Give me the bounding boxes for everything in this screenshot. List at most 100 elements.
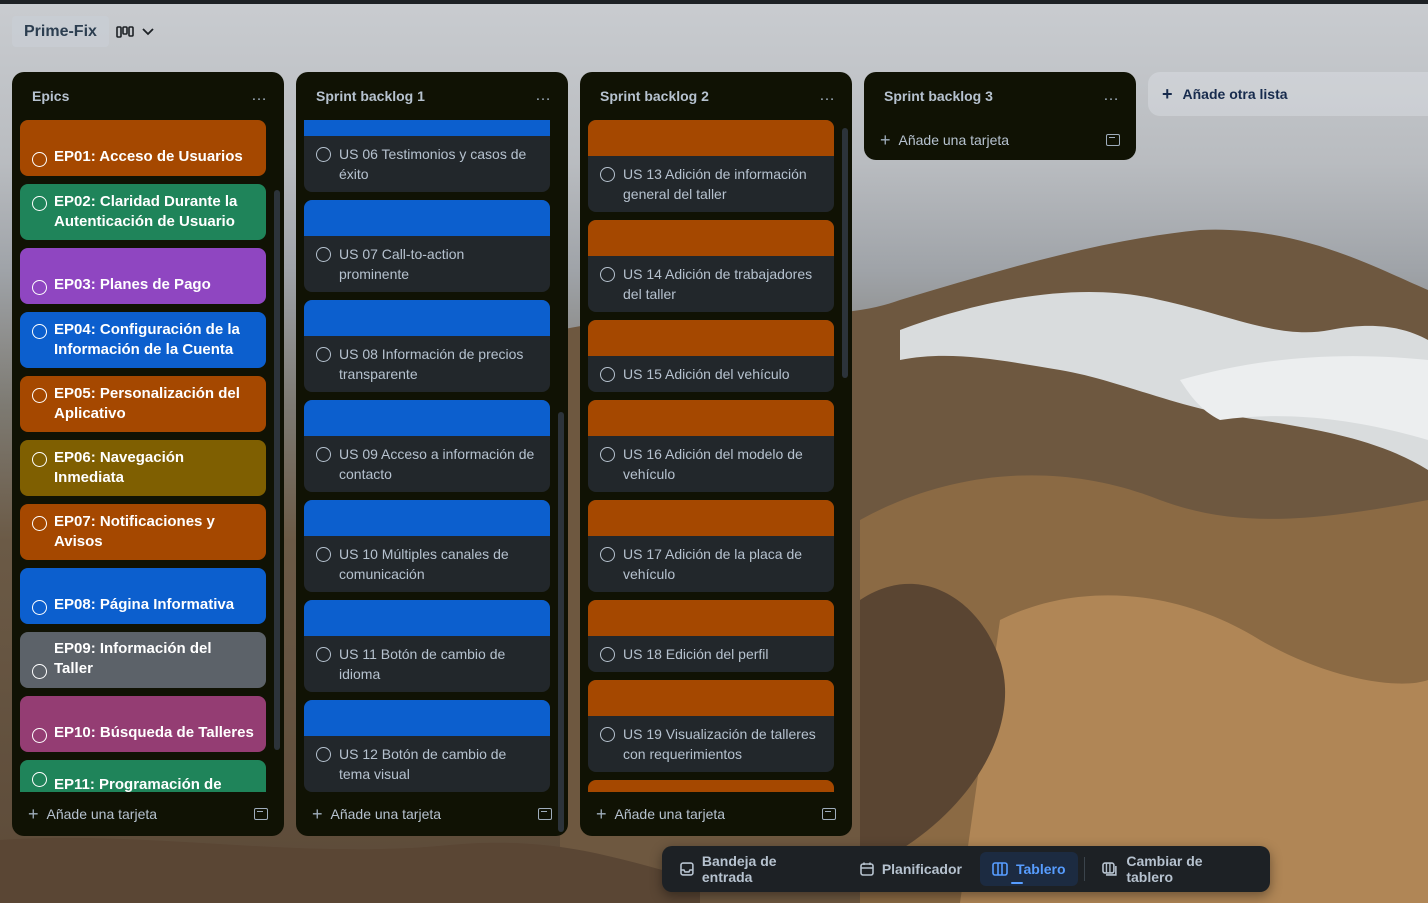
complete-circle-icon[interactable]: [32, 772, 47, 787]
complete-circle-icon[interactable]: [32, 452, 47, 467]
inbox-icon: [680, 862, 694, 876]
complete-circle-icon[interactable]: [32, 280, 47, 295]
add-card-button[interactable]: + Añade una tarjeta: [596, 805, 725, 823]
story-card[interactable]: US 11 Botón de cambio de idioma: [304, 600, 550, 692]
card-template-icon[interactable]: [538, 808, 552, 820]
complete-circle-icon[interactable]: [600, 367, 615, 382]
epic-card[interactable]: EP01: Acceso de Usuarios: [20, 120, 266, 176]
complete-circle-icon[interactable]: [316, 747, 331, 762]
card-title: US 13 Adición de información general del…: [623, 166, 807, 202]
complete-circle-icon[interactable]: [600, 267, 615, 282]
board-view-icon: [116, 26, 134, 38]
story-card[interactable]: US 14 Adición de trabajadores del taller: [588, 220, 834, 312]
complete-circle-icon[interactable]: [316, 647, 331, 662]
list-scrollbar[interactable]: [558, 412, 564, 832]
story-card[interactable]: US 07 Call-to-action prominente: [304, 200, 550, 292]
epic-card[interactable]: EP02: Claridad Durante la Autenticación …: [20, 184, 266, 240]
complete-circle-icon[interactable]: [600, 167, 615, 182]
bottom-nav: Bandeja de entrada Planificador Tablero …: [662, 846, 1270, 892]
complete-circle-icon[interactable]: [32, 324, 47, 339]
board-icon: [992, 862, 1008, 876]
complete-circle-icon[interactable]: [32, 516, 47, 531]
list-title[interactable]: Sprint backlog 3: [884, 88, 993, 104]
list-title[interactable]: Sprint backlog 1: [316, 88, 425, 104]
plus-icon: +: [28, 804, 39, 824]
epic-card[interactable]: EP06: Navegación Inmediata: [20, 440, 266, 496]
card-title: EP11: Programación de: [54, 776, 222, 792]
board-view-switcher[interactable]: [116, 20, 164, 44]
list-header: Sprint backlog 3 …: [864, 72, 1136, 120]
add-card-button[interactable]: + Añade una tarjeta: [880, 131, 1009, 149]
complete-circle-icon[interactable]: [600, 727, 615, 742]
complete-circle-icon[interactable]: [32, 388, 47, 403]
list-scrollbar[interactable]: [274, 190, 280, 750]
epic-card[interactable]: EP04: Configuración de la Información de…: [20, 312, 266, 368]
list-title[interactable]: Sprint backlog 2: [600, 88, 709, 104]
more-icon[interactable]: …: [1103, 87, 1120, 105]
card-title: US 16 Adición del modelo de vehículo: [623, 446, 803, 482]
add-card-label: Añade una tarjeta: [46, 806, 158, 822]
list-cards: US 06 Testimonios y casos de éxito US 07…: [304, 120, 550, 792]
complete-circle-icon[interactable]: [32, 196, 47, 211]
more-icon[interactable]: …: [535, 87, 552, 105]
board-button[interactable]: Tablero: [979, 852, 1078, 886]
inbox-label: Bandeja de entrada: [701, 853, 777, 885]
complete-circle-icon[interactable]: [316, 247, 331, 262]
card-title: EP10: Búsqueda de Talleres: [54, 724, 254, 741]
list-sprint-backlog-3: Sprint backlog 3 … + Añade una tarjeta: [864, 72, 1136, 160]
story-card[interactable]: US 17 Adición de la placa de vehículo: [588, 500, 834, 592]
complete-circle-icon[interactable]: [600, 447, 615, 462]
story-card[interactable]: US 15 Adición del vehículo: [588, 320, 834, 392]
story-card[interactable]: US 08 Información de precios transparent…: [304, 300, 550, 392]
complete-circle-icon[interactable]: [316, 347, 331, 362]
planner-button[interactable]: Planificador: [848, 852, 974, 886]
card-title: US 09 Acceso a información de contacto: [339, 446, 535, 482]
complete-circle-icon[interactable]: [316, 547, 331, 562]
list-scrollbar[interactable]: [842, 128, 848, 378]
complete-circle-icon[interactable]: [600, 547, 615, 562]
nav-divider: [1083, 857, 1085, 881]
more-icon[interactable]: …: [819, 87, 836, 105]
list-header: Sprint backlog 2 …: [580, 72, 852, 120]
complete-circle-icon[interactable]: [316, 447, 331, 462]
epic-card[interactable]: EP09: Información del Taller: [20, 632, 266, 688]
story-card[interactable]: US 09 Acceso a información de contacto: [304, 400, 550, 492]
story-card[interactable]: US 18 Edición del perfil: [588, 600, 834, 672]
epic-card[interactable]: EP05: Personalización del Aplicativo: [20, 376, 266, 432]
card-template-icon[interactable]: [1106, 134, 1120, 146]
more-icon[interactable]: …: [251, 87, 268, 105]
card-cover: [588, 120, 834, 156]
story-card[interactable]: US 06 Testimonios y casos de éxito: [304, 120, 550, 192]
story-card[interactable]: US 16 Adición del modelo de vehículo: [588, 400, 834, 492]
complete-circle-icon[interactable]: [32, 152, 47, 167]
complete-circle-icon[interactable]: [32, 600, 47, 615]
complete-circle-icon[interactable]: [32, 664, 47, 679]
story-card[interactable]: [588, 780, 834, 792]
add-list-button[interactable]: + Añade otra lista: [1148, 72, 1428, 116]
story-card[interactable]: US 19 Visualización de talleres con requ…: [588, 680, 834, 772]
epic-card[interactable]: EP11: Programación de: [20, 760, 266, 792]
complete-circle-icon[interactable]: [32, 728, 47, 743]
inbox-button[interactable]: Bandeja de entrada: [668, 852, 842, 886]
epic-card[interactable]: EP08: Página Informativa: [20, 568, 266, 624]
complete-circle-icon[interactable]: [600, 647, 615, 662]
card-cover: [304, 500, 550, 536]
add-card-button[interactable]: + Añade una tarjeta: [312, 805, 441, 823]
card-title: EP07: Notificaciones y Avisos: [54, 513, 215, 550]
list-title[interactable]: Epics: [32, 88, 69, 104]
epic-card[interactable]: EP10: Búsqueda de Talleres: [20, 696, 266, 752]
epic-card[interactable]: EP03: Planes de Pago: [20, 248, 266, 304]
switch-board-button[interactable]: Cambiar de tablero: [1090, 852, 1264, 886]
plus-icon: +: [312, 804, 323, 824]
card-title: US 11 Botón de cambio de idioma: [339, 646, 506, 682]
add-card-button[interactable]: + Añade una tarjeta: [28, 805, 157, 823]
card-template-icon[interactable]: [254, 808, 268, 820]
story-card[interactable]: US 10 Múltiples canales de comunicación: [304, 500, 550, 592]
card-template-icon[interactable]: [822, 808, 836, 820]
board-name[interactable]: Prime-Fix: [12, 16, 109, 47]
card-title: US 10 Múltiples canales de comunicación: [339, 546, 509, 582]
story-card[interactable]: US 13 Adición de información general del…: [588, 120, 834, 212]
complete-circle-icon[interactable]: [316, 147, 331, 162]
story-card[interactable]: US 12 Botón de cambio de tema visual: [304, 700, 550, 792]
epic-card[interactable]: EP07: Notificaciones y Avisos: [20, 504, 266, 560]
